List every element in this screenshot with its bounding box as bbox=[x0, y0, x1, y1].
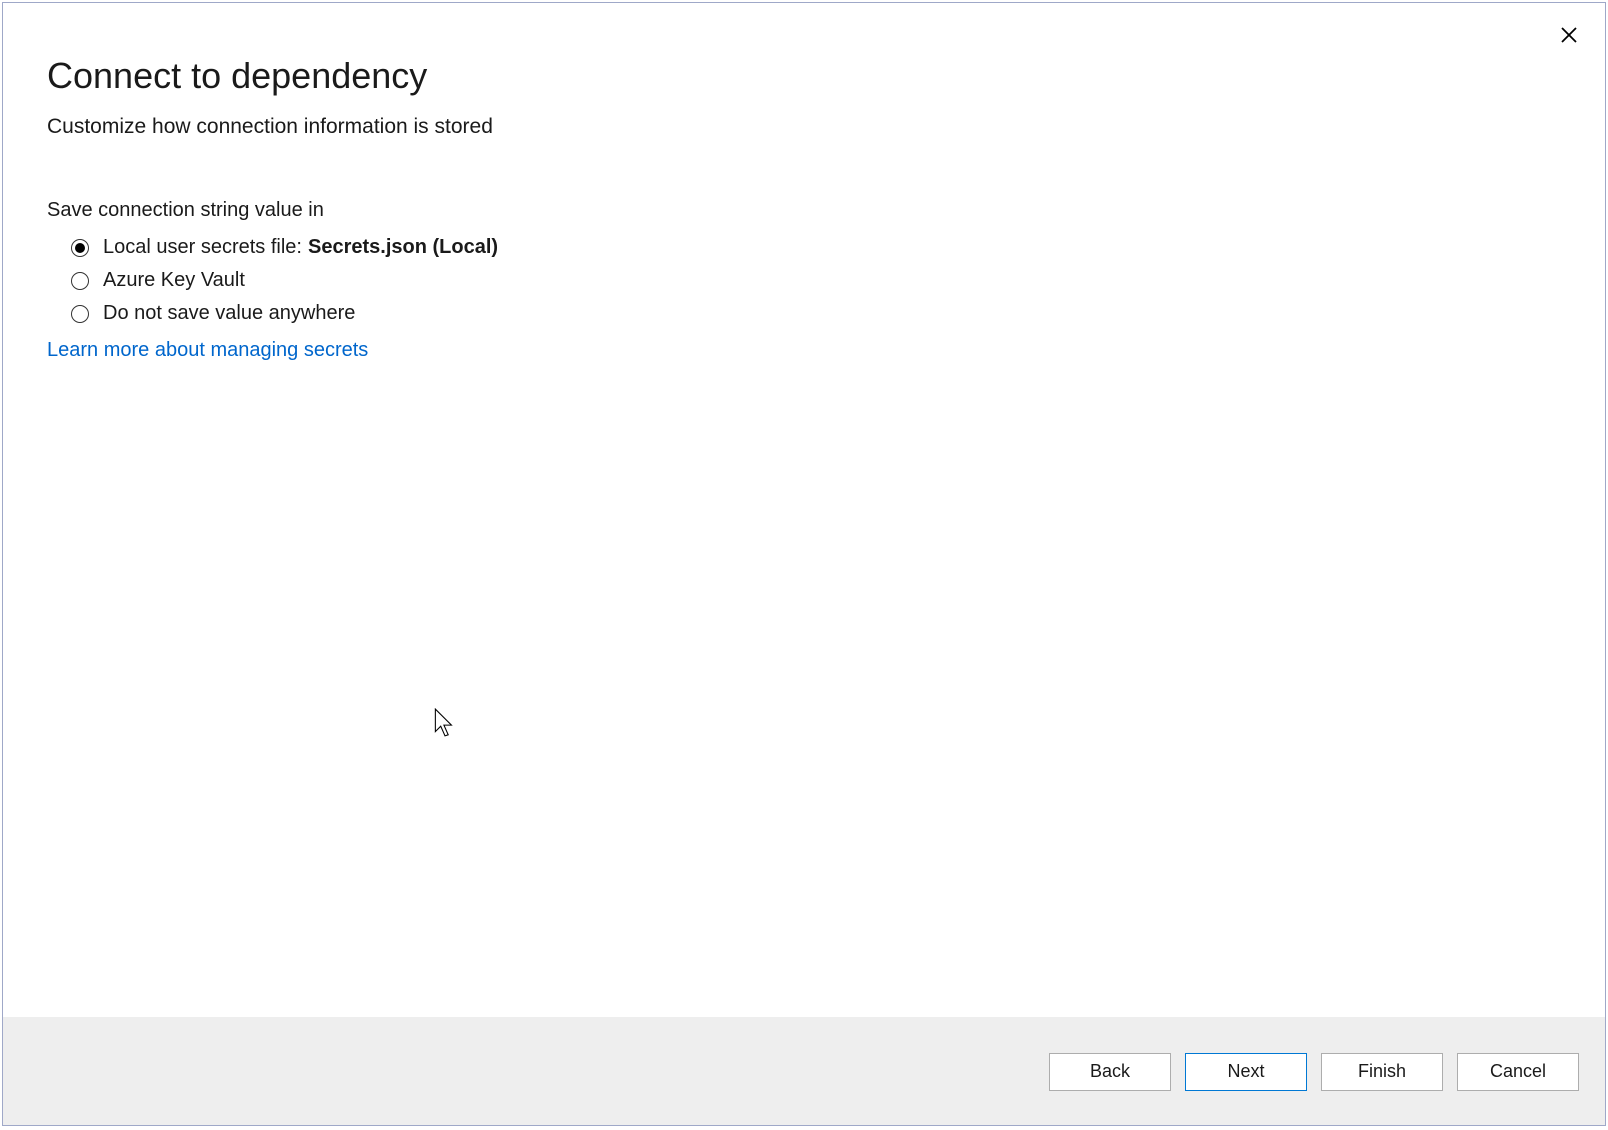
dialog-title: Connect to dependency bbox=[47, 55, 1561, 97]
cancel-button[interactable]: Cancel bbox=[1457, 1053, 1579, 1091]
radio-label: Azure Key Vault bbox=[103, 269, 245, 292]
radio-local-secrets[interactable]: Local user secrets file: Secrets.json (L… bbox=[71, 236, 1561, 259]
back-button[interactable]: Back bbox=[1049, 1053, 1171, 1091]
radio-do-not-save[interactable]: Do not save value anywhere bbox=[71, 302, 1561, 325]
radio-icon bbox=[71, 272, 89, 290]
dialog-content: Connect to dependency Customize how conn… bbox=[3, 3, 1605, 1017]
radio-icon bbox=[71, 305, 89, 323]
learn-more-link[interactable]: Learn more about managing secrets bbox=[47, 339, 368, 361]
next-button[interactable]: Next bbox=[1185, 1053, 1307, 1091]
save-location-radio-group: Local user secrets file: Secrets.json (L… bbox=[71, 236, 1561, 325]
save-location-label: Save connection string value in bbox=[47, 199, 1561, 222]
radio-icon bbox=[71, 239, 89, 257]
radio-label: Local user secrets file: bbox=[103, 236, 302, 259]
connect-dependency-dialog: Connect to dependency Customize how conn… bbox=[2, 2, 1606, 1126]
radio-label: Do not save value anywhere bbox=[103, 302, 355, 325]
close-button[interactable] bbox=[1555, 21, 1583, 49]
close-icon bbox=[1560, 26, 1578, 44]
radio-azure-key-vault[interactable]: Azure Key Vault bbox=[71, 269, 1561, 292]
finish-button[interactable]: Finish bbox=[1321, 1053, 1443, 1091]
dialog-footer: Back Next Finish Cancel bbox=[3, 1017, 1605, 1125]
radio-detail: Secrets.json (Local) bbox=[308, 236, 498, 259]
dialog-subtitle: Customize how connection information is … bbox=[47, 115, 1561, 139]
